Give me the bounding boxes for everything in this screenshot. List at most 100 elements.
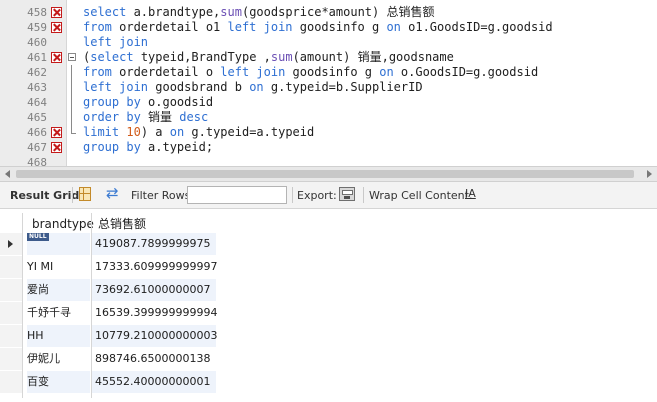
syntax-error-icon[interactable] [51,127,62,138]
code-line[interactable]: 462 from orderdetail o left join goodsinf… [0,65,657,80]
code-token: group by [83,95,141,109]
code-token: a.typeid; [140,140,214,154]
cell-total-sales[interactable]: 73692.61000000007 [92,279,216,301]
code-token: a.brandtype, [126,5,221,19]
result-toolbar: Result Grid ⇄ Filter Rows: Export: Wrap … [0,182,657,209]
code-token: ) a [140,125,170,139]
row-selector[interactable] [0,371,22,393]
sql-editor[interactable]: 458 select a.brandtype,sum(goodsprice*amo… [0,0,657,166]
toolbar-separator [72,187,73,203]
filter-rows-input[interactable] [187,186,287,204]
row-selector[interactable] [0,233,22,255]
row-selector[interactable] [0,256,22,278]
fold-guide [71,95,72,110]
cell-total-sales[interactable]: 17333.609999999997 [92,256,217,278]
result-grid[interactable]: brandtype 总销售额 NULL 419087.7899999975 YI M… [0,209,657,402]
code-token: goodsinfo g [292,20,387,34]
code-token: 10 [126,125,141,139]
code-line[interactable]: 463 left join goodsbrand b on g.typeid=b.… [0,80,657,95]
cell-brandtype[interactable]: 千妤千寻 [27,302,90,324]
code-token: sum [220,5,242,19]
code-text: limit 10) a on g.typeid=a.typeid [83,125,314,140]
syntax-error-icon[interactable] [51,142,62,153]
cell-brandtype[interactable]: 爱尚 [27,279,90,301]
export-icon[interactable] [339,187,355,201]
code-line[interactable]: 459 from orderdetail o1 left join goodsin… [0,20,657,35]
code-token: typeid,BrandType , [133,50,271,64]
code-token: o.GoodsID=g.goodsid [393,65,539,79]
scrollbar-thumb[interactable] [16,170,634,178]
code-token: 销量 [148,110,173,124]
code-token: from [83,20,112,34]
wrap-cell-content-icon[interactable]: IA [465,187,476,201]
line-number: 466 [27,126,47,139]
refresh-icon[interactable]: ⇄ [106,185,119,201]
code-text: (select typeid,BrandType ,sum(amount) 销量… [83,50,454,65]
code-token: sum [270,50,293,64]
code-token: 总销售额 [386,5,435,19]
cell-brandtype[interactable]: YI MI [27,256,90,278]
line-number: 468 [27,156,47,166]
result-grid-tab[interactable]: Result Grid [10,189,79,202]
grid-view-icon[interactable] [79,187,91,201]
fold-guide [71,110,72,125]
code-token: orderdetail o [111,65,221,79]
wrap-cell-content-label: Wrap Cell Content: [369,189,473,202]
code-token: left join [83,80,149,94]
syntax-error-icon[interactable] [51,52,62,63]
fold-collapse-icon[interactable] [68,53,76,61]
cell-brandtype[interactable]: HH [27,325,90,347]
table-row[interactable]: 伊妮儿 898746.6500000138 [0,348,216,370]
code-line[interactable]: 467 group by a.typeid; [0,140,657,155]
fold-guide [71,125,72,133]
code-line[interactable]: 468 [0,155,657,166]
fold-guide-end [71,133,76,134]
row-selector[interactable] [0,325,22,347]
editor-horizontal-scrollbar[interactable] [0,166,657,182]
cell-brandtype[interactable]: 伊妮儿 [27,348,90,370]
code-token: left join [220,65,286,79]
code-line[interactable]: 460 left join [0,35,657,50]
code-text: from orderdetail o left join goodsinfo g… [83,65,538,80]
line-number: 462 [27,66,47,79]
cell-brandtype[interactable]: 百变 [27,371,90,393]
cell-total-sales[interactable]: 10779.210000000003 [92,325,217,347]
table-row[interactable]: NULL 419087.7899999975 [0,233,216,255]
code-line[interactable]: 464 group by o.goodsid [0,95,657,110]
line-number: 461 [27,51,47,64]
cell-total-sales[interactable]: 45552.40000000001 [92,371,216,393]
table-row[interactable]: YI MI 17333.609999999997 [0,256,217,278]
code-text: from orderdetail o1 left join goodsinfo … [83,20,553,35]
cell-total-sales[interactable]: 898746.6500000138 [92,348,216,370]
cell-total-sales[interactable]: 16539.399999999994 [92,302,217,324]
cell-total-sales[interactable]: 419087.7899999975 [92,233,216,255]
toolbar-separator [292,187,293,203]
syntax-error-icon[interactable] [51,7,62,18]
scroll-right-arrow-icon[interactable] [647,170,652,178]
row-selector[interactable] [0,279,22,301]
cell-brandtype[interactable]: NULL [27,233,90,255]
code-line[interactable]: 465 order by 销量 desc [0,110,657,125]
line-number: 467 [27,141,47,154]
table-row[interactable]: 爱尚 73692.61000000007 [0,279,216,301]
export-label: Export: [297,189,337,202]
table-row[interactable]: 千妤千寻 16539.399999999994 [0,302,217,324]
code-line[interactable]: 461 (select typeid,BrandType ,sum(amount)… [0,50,657,65]
code-line[interactable]: 458 select a.brandtype,sum(goodsprice*amo… [0,5,657,20]
row-selector[interactable] [0,348,22,370]
table-row[interactable]: 百变 45552.40000000001 [0,371,216,393]
scroll-left-arrow-icon[interactable] [5,170,10,178]
code-token: g.typeid=a.typeid [184,125,315,139]
code-token: left join [83,35,149,49]
code-token: on [169,125,185,139]
code-text: left join goodsbrand b on g.typeid=b.Sup… [83,80,423,95]
code-text: group by a.typeid; [83,140,213,155]
row-selector[interactable] [0,302,22,324]
syntax-error-icon[interactable] [51,22,62,33]
code-token: orderdetail o1 [111,20,228,34]
code-line[interactable]: 466 limit 10) a on g.typeid=a.typeid [0,125,657,140]
code-token: group by [83,140,141,154]
table-row[interactable]: HH 10779.210000000003 [0,325,217,347]
fold-guide [71,65,72,80]
